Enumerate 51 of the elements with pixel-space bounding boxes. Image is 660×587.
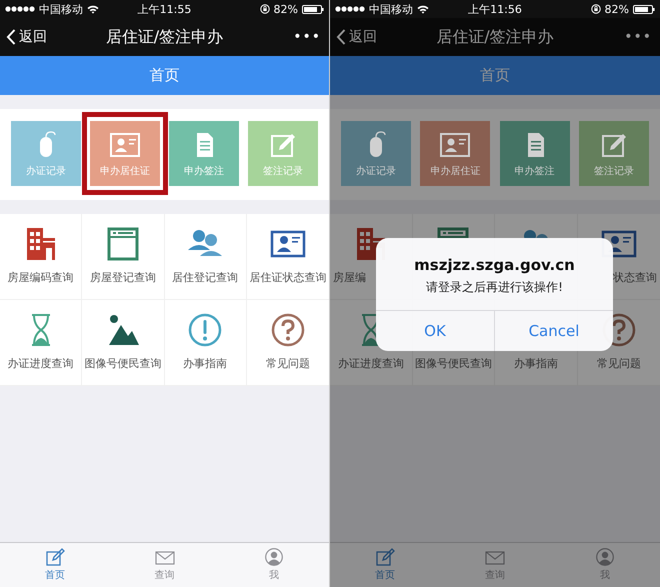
- service-label: 图像号便民查询: [84, 356, 162, 371]
- service-label: 办事指南: [183, 356, 228, 371]
- service-cell[interactable]: 居住证状态查询: [246, 214, 329, 300]
- tab[interactable]: 我: [550, 543, 660, 587]
- carrier-name: 中国移动: [39, 2, 83, 16]
- service-label: 办证进度查询: [8, 356, 74, 371]
- carrier-name: 中国移动: [369, 2, 413, 16]
- service-cell[interactable]: 图像号便民查询: [82, 300, 164, 386]
- battery-percent: 82%: [274, 2, 298, 16]
- back-button[interactable]: 返回: [6, 28, 47, 46]
- page-title: 居住证/签注申办: [106, 26, 224, 48]
- back-button[interactable]: 返回: [336, 28, 377, 46]
- tab[interactable]: 我: [219, 543, 330, 587]
- more-button[interactable]: •••: [624, 29, 652, 45]
- service-tile[interactable]: 签注记录: [578, 121, 649, 186]
- service-label: 常见问题: [596, 356, 641, 371]
- service-label: 常见问题: [266, 356, 310, 371]
- service-tile[interactable]: 申办签注: [169, 121, 239, 186]
- service-label: 房屋编: [332, 270, 366, 285]
- service-label: 房屋登记查询: [90, 270, 156, 285]
- service-label: 房屋编码查询: [8, 270, 74, 285]
- service-tile[interactable]: 申办居住证: [420, 121, 490, 186]
- service-label: 居住登记查询: [172, 270, 238, 285]
- service-label: 居住证状态查询: [249, 270, 326, 285]
- dialog-message: 请登录之后再进行该操作!: [426, 279, 563, 296]
- header-title: 首页: [150, 66, 180, 85]
- battery-percent: 82%: [604, 2, 629, 16]
- service-cell[interactable]: 办事指南: [164, 300, 247, 386]
- dialog-title: mszjzz.szga.gov.cn: [414, 256, 575, 274]
- tab[interactable]: 首页: [330, 543, 440, 587]
- status-time: 上午11:55: [138, 2, 192, 16]
- header-title: 首页: [480, 66, 510, 85]
- service-cell[interactable]: 房屋编码查询: [0, 214, 82, 300]
- service-label: 办事指南: [514, 356, 558, 371]
- service-label: 图像号便民查询: [414, 356, 492, 371]
- service-cell[interactable]: 常见问题: [246, 300, 329, 386]
- service-tile[interactable]: 申办签注: [500, 121, 570, 186]
- page-title: 居住证/签注申办: [436, 26, 554, 48]
- service-label: 状态查询: [613, 270, 658, 285]
- service-cell[interactable]: 居住登记查询: [164, 214, 247, 300]
- tab[interactable]: 查询: [440, 543, 550, 587]
- dialog-button[interactable]: Cancel: [494, 311, 613, 351]
- service-tile[interactable]: 办证记录: [341, 121, 411, 186]
- tab[interactable]: 查询: [110, 543, 220, 587]
- tab[interactable]: 首页: [0, 543, 110, 587]
- status-time: 上午11:56: [468, 2, 522, 16]
- more-button[interactable]: •••: [293, 29, 321, 45]
- service-tile[interactable]: 申办居住证: [90, 121, 160, 186]
- service-cell[interactable]: 房屋登记查询: [82, 214, 164, 300]
- service-cell[interactable]: 办证进度查询: [0, 300, 82, 386]
- service-label: 办证进度查询: [338, 356, 404, 371]
